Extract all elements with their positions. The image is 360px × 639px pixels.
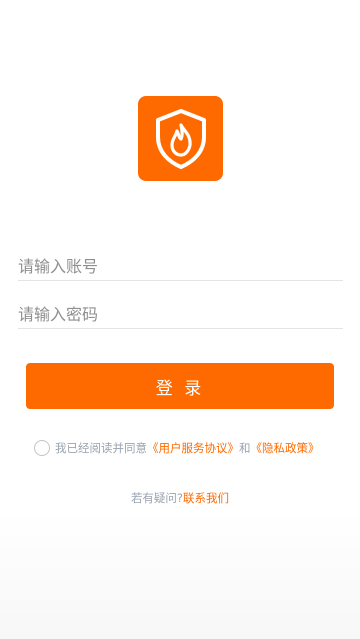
help-row: 若有疑问?联系我们	[0, 490, 360, 506]
privacy-policy-link[interactable]: 《隐私政策》	[251, 440, 320, 456]
password-field	[18, 292, 343, 329]
password-input[interactable]	[18, 292, 343, 328]
agreement-row: 我已经阅读并同意 《用户服务协议》 和 《隐私政策》	[34, 440, 320, 456]
login-screen: 登 录 我已经阅读并同意 《用户服务协议》 和 《隐私政策》 若有疑问?联系我们	[0, 0, 360, 639]
login-button[interactable]: 登 录	[26, 363, 334, 409]
account-field	[18, 244, 343, 281]
account-input[interactable]	[18, 244, 343, 280]
app-logo	[138, 96, 223, 181]
user-agreement-link[interactable]: 《用户服务协议》	[147, 440, 239, 456]
contact-us-link[interactable]: 联系我们	[183, 491, 229, 505]
agreement-conjunction: 和	[239, 441, 251, 455]
help-question: 若有疑问?	[130, 491, 184, 505]
shield-fire-icon	[155, 108, 206, 169]
agreement-checkbox[interactable]	[34, 440, 50, 456]
agreement-prefix: 我已经阅读并同意	[55, 441, 147, 455]
